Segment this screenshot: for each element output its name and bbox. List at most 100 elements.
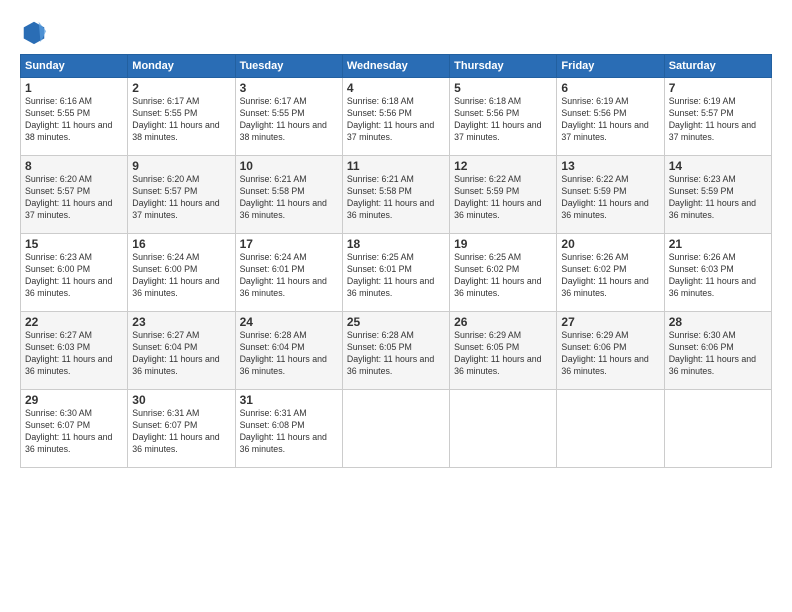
day-cell: 31 Sunrise: 6:31 AM Sunset: 6:08 PM Dayl… <box>235 390 342 468</box>
day-number: 28 <box>669 315 767 329</box>
day-number: 3 <box>240 81 338 95</box>
day-info: Sunrise: 6:29 AM Sunset: 6:06 PM Dayligh… <box>561 330 659 378</box>
week-row-3: 15 Sunrise: 6:23 AM Sunset: 6:00 PM Dayl… <box>21 234 772 312</box>
day-info: Sunrise: 6:25 AM Sunset: 6:01 PM Dayligh… <box>347 252 445 300</box>
day-info: Sunrise: 6:16 AM Sunset: 5:55 PM Dayligh… <box>25 96 123 144</box>
week-row-5: 29 Sunrise: 6:30 AM Sunset: 6:07 PM Dayl… <box>21 390 772 468</box>
day-number: 14 <box>669 159 767 173</box>
day-number: 12 <box>454 159 552 173</box>
day-info: Sunrise: 6:25 AM Sunset: 6:02 PM Dayligh… <box>454 252 552 300</box>
calendar: SundayMondayTuesdayWednesdayThursdayFrid… <box>20 54 772 468</box>
day-info: Sunrise: 6:22 AM Sunset: 5:59 PM Dayligh… <box>561 174 659 222</box>
page: SundayMondayTuesdayWednesdayThursdayFrid… <box>0 0 792 612</box>
day-info: Sunrise: 6:28 AM Sunset: 6:04 PM Dayligh… <box>240 330 338 378</box>
day-info: Sunrise: 6:20 AM Sunset: 5:57 PM Dayligh… <box>132 174 230 222</box>
day-cell: 5 Sunrise: 6:18 AM Sunset: 5:56 PM Dayli… <box>450 78 557 156</box>
day-info: Sunrise: 6:31 AM Sunset: 6:07 PM Dayligh… <box>132 408 230 456</box>
day-cell: 28 Sunrise: 6:30 AM Sunset: 6:06 PM Dayl… <box>664 312 771 390</box>
day-info: Sunrise: 6:18 AM Sunset: 5:56 PM Dayligh… <box>454 96 552 144</box>
day-number: 22 <box>25 315 123 329</box>
day-number: 16 <box>132 237 230 251</box>
day-info: Sunrise: 6:23 AM Sunset: 5:59 PM Dayligh… <box>669 174 767 222</box>
day-info: Sunrise: 6:24 AM Sunset: 6:00 PM Dayligh… <box>132 252 230 300</box>
day-cell: 15 Sunrise: 6:23 AM Sunset: 6:00 PM Dayl… <box>21 234 128 312</box>
day-cell: 23 Sunrise: 6:27 AM Sunset: 6:04 PM Dayl… <box>128 312 235 390</box>
day-number: 1 <box>25 81 123 95</box>
day-info: Sunrise: 6:19 AM Sunset: 5:57 PM Dayligh… <box>669 96 767 144</box>
day-info: Sunrise: 6:23 AM Sunset: 6:00 PM Dayligh… <box>25 252 123 300</box>
day-cell: 4 Sunrise: 6:18 AM Sunset: 5:56 PM Dayli… <box>342 78 449 156</box>
day-cell: 21 Sunrise: 6:26 AM Sunset: 6:03 PM Dayl… <box>664 234 771 312</box>
day-number: 23 <box>132 315 230 329</box>
day-info: Sunrise: 6:31 AM Sunset: 6:08 PM Dayligh… <box>240 408 338 456</box>
day-number: 7 <box>669 81 767 95</box>
day-number: 20 <box>561 237 659 251</box>
week-row-4: 22 Sunrise: 6:27 AM Sunset: 6:03 PM Dayl… <box>21 312 772 390</box>
day-info: Sunrise: 6:30 AM Sunset: 6:07 PM Dayligh… <box>25 408 123 456</box>
day-info: Sunrise: 6:22 AM Sunset: 5:59 PM Dayligh… <box>454 174 552 222</box>
day-number: 13 <box>561 159 659 173</box>
day-cell <box>342 390 449 468</box>
header-row: SundayMondayTuesdayWednesdayThursdayFrid… <box>21 55 772 78</box>
day-cell: 20 Sunrise: 6:26 AM Sunset: 6:02 PM Dayl… <box>557 234 664 312</box>
day-info: Sunrise: 6:18 AM Sunset: 5:56 PM Dayligh… <box>347 96 445 144</box>
day-number: 27 <box>561 315 659 329</box>
day-number: 26 <box>454 315 552 329</box>
day-number: 25 <box>347 315 445 329</box>
day-cell <box>557 390 664 468</box>
day-info: Sunrise: 6:20 AM Sunset: 5:57 PM Dayligh… <box>25 174 123 222</box>
day-number: 11 <box>347 159 445 173</box>
day-info: Sunrise: 6:21 AM Sunset: 5:58 PM Dayligh… <box>240 174 338 222</box>
header-cell-wednesday: Wednesday <box>342 55 449 78</box>
day-cell: 29 Sunrise: 6:30 AM Sunset: 6:07 PM Dayl… <box>21 390 128 468</box>
day-cell: 22 Sunrise: 6:27 AM Sunset: 6:03 PM Dayl… <box>21 312 128 390</box>
day-cell: 27 Sunrise: 6:29 AM Sunset: 6:06 PM Dayl… <box>557 312 664 390</box>
day-cell: 19 Sunrise: 6:25 AM Sunset: 6:02 PM Dayl… <box>450 234 557 312</box>
header <box>20 18 772 46</box>
day-number: 8 <box>25 159 123 173</box>
header-cell-tuesday: Tuesday <box>235 55 342 78</box>
day-number: 21 <box>669 237 767 251</box>
day-info: Sunrise: 6:27 AM Sunset: 6:04 PM Dayligh… <box>132 330 230 378</box>
day-cell: 25 Sunrise: 6:28 AM Sunset: 6:05 PM Dayl… <box>342 312 449 390</box>
day-number: 29 <box>25 393 123 407</box>
day-info: Sunrise: 6:17 AM Sunset: 5:55 PM Dayligh… <box>240 96 338 144</box>
day-number: 15 <box>25 237 123 251</box>
week-row-1: 1 Sunrise: 6:16 AM Sunset: 5:55 PM Dayli… <box>21 78 772 156</box>
day-number: 31 <box>240 393 338 407</box>
day-number: 30 <box>132 393 230 407</box>
day-cell: 6 Sunrise: 6:19 AM Sunset: 5:56 PM Dayli… <box>557 78 664 156</box>
day-cell: 13 Sunrise: 6:22 AM Sunset: 5:59 PM Dayl… <box>557 156 664 234</box>
calendar-header: SundayMondayTuesdayWednesdayThursdayFrid… <box>21 55 772 78</box>
day-cell: 3 Sunrise: 6:17 AM Sunset: 5:55 PM Dayli… <box>235 78 342 156</box>
day-number: 9 <box>132 159 230 173</box>
day-cell: 9 Sunrise: 6:20 AM Sunset: 5:57 PM Dayli… <box>128 156 235 234</box>
header-cell-monday: Monday <box>128 55 235 78</box>
day-info: Sunrise: 6:30 AM Sunset: 6:06 PM Dayligh… <box>669 330 767 378</box>
day-info: Sunrise: 6:17 AM Sunset: 5:55 PM Dayligh… <box>132 96 230 144</box>
day-cell <box>450 390 557 468</box>
day-cell: 10 Sunrise: 6:21 AM Sunset: 5:58 PM Dayl… <box>235 156 342 234</box>
day-info: Sunrise: 6:24 AM Sunset: 6:01 PM Dayligh… <box>240 252 338 300</box>
day-cell: 26 Sunrise: 6:29 AM Sunset: 6:05 PM Dayl… <box>450 312 557 390</box>
logo-icon <box>20 18 48 46</box>
day-info: Sunrise: 6:26 AM Sunset: 6:02 PM Dayligh… <box>561 252 659 300</box>
header-cell-friday: Friday <box>557 55 664 78</box>
day-cell: 17 Sunrise: 6:24 AM Sunset: 6:01 PM Dayl… <box>235 234 342 312</box>
day-info: Sunrise: 6:26 AM Sunset: 6:03 PM Dayligh… <box>669 252 767 300</box>
logo <box>20 18 52 46</box>
week-row-2: 8 Sunrise: 6:20 AM Sunset: 5:57 PM Dayli… <box>21 156 772 234</box>
day-number: 2 <box>132 81 230 95</box>
day-cell <box>664 390 771 468</box>
day-number: 18 <box>347 237 445 251</box>
day-cell: 18 Sunrise: 6:25 AM Sunset: 6:01 PM Dayl… <box>342 234 449 312</box>
day-cell: 16 Sunrise: 6:24 AM Sunset: 6:00 PM Dayl… <box>128 234 235 312</box>
day-cell: 30 Sunrise: 6:31 AM Sunset: 6:07 PM Dayl… <box>128 390 235 468</box>
day-cell: 1 Sunrise: 6:16 AM Sunset: 5:55 PM Dayli… <box>21 78 128 156</box>
header-cell-saturday: Saturday <box>664 55 771 78</box>
day-number: 6 <box>561 81 659 95</box>
day-info: Sunrise: 6:19 AM Sunset: 5:56 PM Dayligh… <box>561 96 659 144</box>
day-cell: 8 Sunrise: 6:20 AM Sunset: 5:57 PM Dayli… <box>21 156 128 234</box>
day-cell: 12 Sunrise: 6:22 AM Sunset: 5:59 PM Dayl… <box>450 156 557 234</box>
day-number: 4 <box>347 81 445 95</box>
